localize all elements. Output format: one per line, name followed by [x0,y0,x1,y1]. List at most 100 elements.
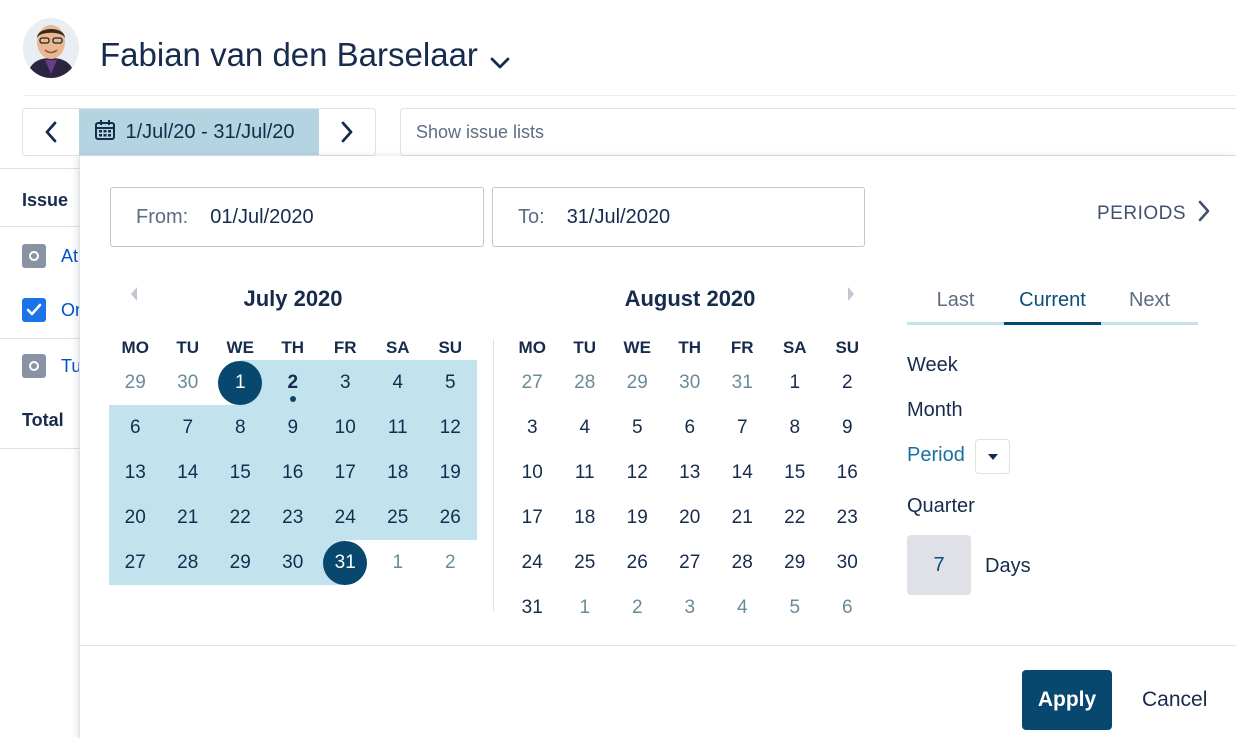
calendar-day[interactable]: 25 [371,495,424,540]
user-selector[interactable]: Fabian van den Barselaar [100,32,510,78]
from-date-field[interactable]: From: 01/Jul/2020 [110,187,484,247]
calendar-day[interactable]: 28 [716,540,769,585]
calendar-day[interactable]: 30 [162,360,215,405]
calendar-day[interactable]: 31 [319,540,372,585]
tab-current[interactable]: Current [1004,289,1101,325]
calendar-day[interactable]: 27 [109,540,162,585]
calendar-day[interactable]: 4 [371,360,424,405]
calendar-day[interactable]: 28 [559,360,612,405]
row-checkbox[interactable] [22,244,46,268]
calendar-day[interactable]: 29 [769,540,822,585]
calendar-day[interactable]: 19 [611,495,664,540]
calendar-day[interactable]: 12 [424,405,477,450]
calendar-day[interactable]: 5 [611,405,664,450]
calendar-day[interactable]: 7 [161,405,214,450]
calendar-day[interactable]: 30 [821,540,874,585]
calendar-day[interactable]: 15 [214,450,267,495]
calendar-day[interactable]: 30 [664,360,717,405]
previous-period-button[interactable] [23,109,79,155]
row-checkbox[interactable] [22,354,46,378]
next-month-button[interactable] [846,286,856,307]
calendar-day[interactable]: 2 [424,540,477,585]
calendar-day[interactable]: 12 [611,450,664,495]
calendar-day[interactable]: 26 [424,495,477,540]
calendar-day[interactable]: 2 [266,360,319,405]
calendar-day[interactable]: 23 [266,495,319,540]
period-option-week[interactable]: Week [907,354,958,377]
calendar-day[interactable]: 26 [611,540,664,585]
cancel-button[interactable]: Cancel [1130,670,1219,730]
date-range-button[interactable]: 1/Jul/20 - 31/Jul/20 [78,109,320,155]
calendar-day[interactable]: 3 [664,585,717,630]
calendar-day[interactable]: 24 [506,540,559,585]
issue-link[interactable]: At [61,246,78,267]
calendar-day[interactable]: 1 [559,585,612,630]
calendar-day[interactable]: 1 [769,360,822,405]
calendar-day[interactable]: 10 [319,405,372,450]
tab-last[interactable]: Last [907,289,1004,322]
calendar-day[interactable]: 8 [769,405,822,450]
calendar-day[interactable]: 31 [716,360,769,405]
calendar-day[interactable]: 21 [716,495,769,540]
calendar-day[interactable]: 27 [664,540,717,585]
calendar-day[interactable]: 9 [266,405,319,450]
to-date-field[interactable]: To: 31/Jul/2020 [492,187,865,247]
calendar-day[interactable]: 10 [506,450,559,495]
tab-next[interactable]: Next [1101,289,1198,322]
calendar-day[interactable]: 1 [372,540,425,585]
period-dropdown-button[interactable] [975,439,1010,474]
calendar-day[interactable]: 17 [506,495,559,540]
issue-lists-input[interactable] [400,108,1236,156]
calendar-day[interactable]: 6 [821,585,874,630]
calendar-day[interactable]: 5 [424,360,477,405]
calendar-day[interactable]: 9 [821,405,874,450]
calendar-day[interactable]: 18 [559,495,612,540]
calendar-day[interactable]: 2 [611,585,664,630]
calendar-day[interactable]: 20 [109,495,162,540]
calendar-day[interactable]: 11 [559,450,612,495]
calendar-day[interactable]: 21 [161,495,214,540]
calendar-day[interactable]: 23 [821,495,874,540]
calendar-day[interactable]: 20 [664,495,717,540]
calendar-day[interactable]: 16 [821,450,874,495]
calendar-day[interactable]: 14 [161,450,214,495]
calendar-day[interactable]: 5 [769,585,822,630]
next-period-button[interactable] [319,109,375,155]
row-checkbox[interactable] [22,298,46,322]
calendar-day[interactable]: 3 [506,405,559,450]
period-option-quarter[interactable]: Quarter [907,495,975,518]
apply-button[interactable]: Apply [1022,670,1112,730]
calendar-day[interactable]: 3 [319,360,372,405]
calendar-day[interactable]: 25 [559,540,612,585]
calendar-day[interactable]: 4 [716,585,769,630]
calendar-day[interactable]: 29 [214,540,267,585]
calendar-day[interactable]: 31 [506,585,559,630]
calendar-day[interactable]: 22 [214,495,267,540]
calendar-day[interactable]: 15 [769,450,822,495]
calendar-day[interactable]: 19 [424,450,477,495]
period-option-month[interactable]: Month [907,399,963,422]
calendar-day[interactable]: 27 [506,360,559,405]
calendar-day[interactable]: 7 [716,405,769,450]
calendar-day[interactable]: 11 [371,405,424,450]
calendar-day[interactable]: 8 [214,405,267,450]
calendar-day[interactable]: 1 [214,360,267,405]
calendar-day[interactable]: 2 [821,360,874,405]
periods-toggle[interactable]: PERIODS [1097,200,1210,228]
calendar-day[interactable]: 29 [611,360,664,405]
calendar-day[interactable]: 28 [161,540,214,585]
calendar-day[interactable]: 22 [769,495,822,540]
calendar-day[interactable]: 6 [664,405,717,450]
calendar-day[interactable]: 4 [559,405,612,450]
calendar-day[interactable]: 24 [319,495,372,540]
calendar-day[interactable]: 13 [664,450,717,495]
calendar-day[interactable]: 14 [716,450,769,495]
calendar-day[interactable]: 18 [371,450,424,495]
calendar-day[interactable]: 13 [109,450,162,495]
calendar-day[interactable]: 29 [109,360,162,405]
calendar-day[interactable]: 6 [109,405,162,450]
calendar-day[interactable]: 17 [319,450,372,495]
calendar-day[interactable]: 16 [266,450,319,495]
issue-link[interactable]: Or [61,300,81,321]
days-count-input[interactable] [907,535,971,595]
